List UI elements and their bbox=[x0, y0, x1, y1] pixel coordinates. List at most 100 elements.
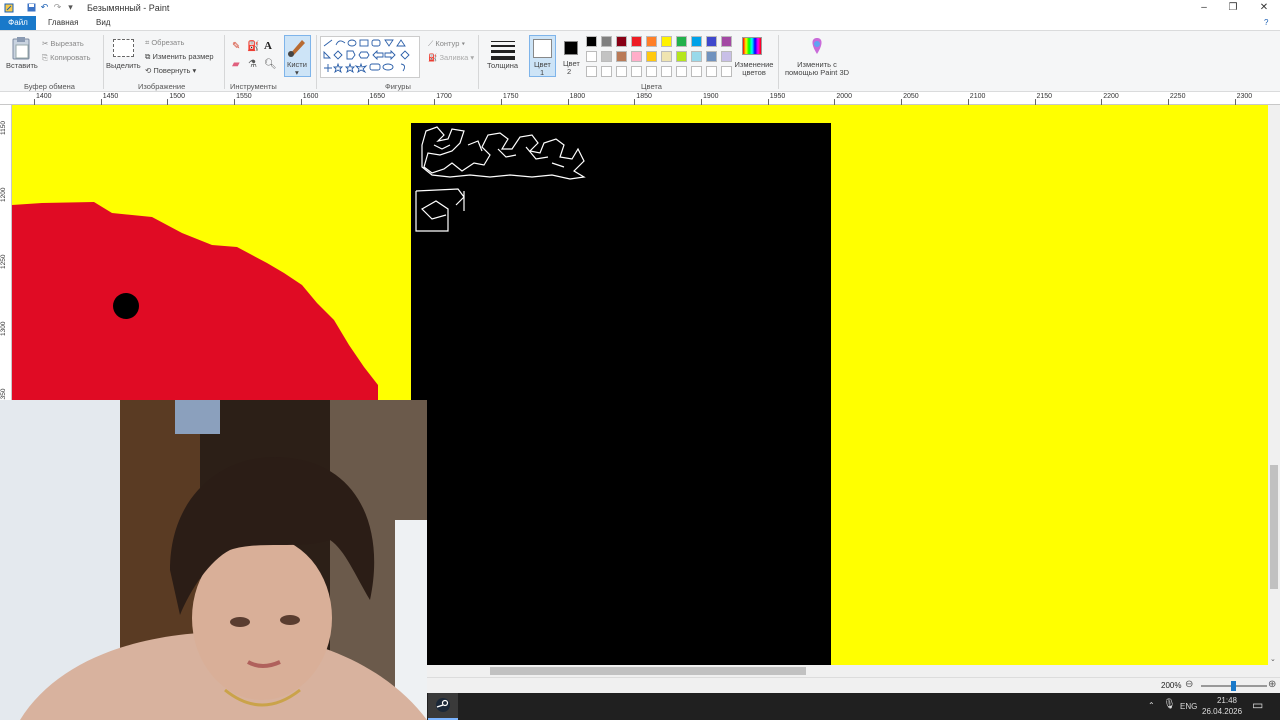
ruler-tick-label: 1750 bbox=[502, 93, 519, 100]
outline-button[interactable]: ⟋ Контур ▾ bbox=[428, 39, 465, 49]
customize-quick-access-icon[interactable]: ▾ bbox=[64, 1, 77, 14]
ruler-tick-label: 2300 bbox=[1236, 93, 1253, 100]
divider bbox=[316, 35, 317, 89]
color1-button[interactable]: Цвет 1 bbox=[529, 35, 556, 77]
ribbon-tabs: Файл Главная Вид ? bbox=[0, 15, 1280, 30]
tab-view[interactable]: Вид bbox=[88, 16, 118, 30]
palette-swatch[interactable] bbox=[691, 36, 702, 47]
size-button[interactable] bbox=[491, 39, 515, 63]
language-indicator[interactable]: ENG bbox=[1180, 702, 1197, 711]
palette-swatch[interactable] bbox=[631, 66, 642, 77]
tab-home[interactable]: Главная bbox=[40, 16, 86, 30]
palette-swatch[interactable] bbox=[691, 51, 702, 62]
close-button[interactable]: ✕ bbox=[1248, 0, 1280, 15]
palette-swatch[interactable] bbox=[676, 36, 687, 47]
palette-swatch[interactable] bbox=[646, 51, 657, 62]
image-group-label: Изображение bbox=[138, 82, 186, 91]
save-icon[interactable] bbox=[25, 1, 38, 14]
fill-button[interactable]: ⛽ Заливка ▾ bbox=[428, 53, 474, 62]
palette-swatch[interactable] bbox=[616, 66, 627, 77]
zoom-out-icon[interactable]: ⊖ bbox=[1185, 679, 1193, 690]
edit-colors-icon[interactable] bbox=[742, 37, 762, 55]
horizontal-scrollbar[interactable] bbox=[427, 665, 1280, 677]
clock-time[interactable]: 21:48 bbox=[1212, 696, 1242, 705]
palette-swatch[interactable] bbox=[616, 36, 627, 47]
redo-icon[interactable]: ↷ bbox=[51, 1, 64, 14]
palette-swatch[interactable] bbox=[661, 51, 672, 62]
palette-swatch[interactable] bbox=[631, 36, 642, 47]
divider bbox=[778, 35, 779, 89]
horizontal-scroll-thumb[interactable] bbox=[490, 667, 806, 675]
color-picker-icon[interactable]: ⚗ bbox=[248, 59, 257, 70]
paste-label[interactable]: Вставить bbox=[6, 61, 38, 70]
color2-button[interactable]: Цвет 2 bbox=[561, 35, 581, 77]
palette-swatch[interactable] bbox=[706, 36, 717, 47]
palette-swatch[interactable] bbox=[631, 51, 642, 62]
rotate-button[interactable]: ⟲ Повернуть ▾ bbox=[145, 66, 196, 75]
palette-swatch[interactable] bbox=[601, 66, 612, 77]
pencil-icon[interactable]: ✎ bbox=[232, 41, 240, 52]
palette-swatch[interactable] bbox=[646, 66, 657, 77]
palette-swatch[interactable] bbox=[661, 36, 672, 47]
clock-date[interactable]: 26.04.2026 bbox=[1202, 707, 1242, 716]
palette-swatch[interactable] bbox=[706, 51, 717, 62]
zoom-slider-thumb[interactable] bbox=[1231, 681, 1236, 691]
microphone-icon[interactable]: 🎙︎ bbox=[1163, 699, 1176, 710]
title-bar: ↶ ↷ ▾ Безымянный - Paint – ❐ ✕ bbox=[0, 0, 1280, 15]
webcam-image bbox=[0, 400, 427, 720]
palette-swatch[interactable] bbox=[661, 66, 672, 77]
palette-swatch[interactable] bbox=[676, 66, 687, 77]
palette-swatch[interactable] bbox=[721, 36, 732, 47]
scroll-down-icon[interactable]: ⌄ bbox=[1270, 655, 1276, 663]
palette-swatch[interactable] bbox=[601, 36, 612, 47]
palette-swatch[interactable] bbox=[586, 51, 597, 62]
vertical-scrollbar[interactable]: ⌄ bbox=[1268, 105, 1280, 665]
palette-swatch[interactable] bbox=[691, 66, 702, 77]
paste-button[interactable] bbox=[10, 36, 32, 60]
palette-swatch[interactable] bbox=[586, 36, 597, 47]
ruler-tick-label: 1800 bbox=[569, 93, 586, 100]
shapes-gallery[interactable] bbox=[320, 36, 420, 78]
crop-button[interactable]: ⌗ Обрезать bbox=[145, 38, 184, 48]
vertical-scroll-thumb[interactable] bbox=[1270, 465, 1278, 589]
select-button[interactable] bbox=[113, 39, 134, 57]
ruler-tick-label: 1550 bbox=[236, 93, 252, 100]
fill-icon[interactable]: ⛽ bbox=[247, 41, 259, 52]
paint3d-label[interactable]: Изменить с помощью Paint 3D bbox=[782, 61, 852, 77]
palette-swatch[interactable] bbox=[586, 66, 597, 77]
black-dot bbox=[113, 293, 139, 319]
palette-swatch[interactable] bbox=[676, 51, 687, 62]
copy-button[interactable]: ⎘ Копировать bbox=[42, 53, 90, 63]
palette-swatch[interactable] bbox=[721, 66, 732, 77]
resize-button[interactable]: ⧉ Изменить размер bbox=[145, 52, 214, 62]
select-label[interactable]: Выделить bbox=[106, 61, 141, 70]
zoom-slider[interactable] bbox=[1201, 681, 1267, 691]
color2-label: Цвет bbox=[563, 59, 580, 68]
magnifier-icon[interactable]: 🔍︎ bbox=[264, 59, 277, 70]
edit-colors-label[interactable]: Изменение цветов bbox=[732, 61, 776, 77]
undo-icon[interactable]: ↶ bbox=[38, 1, 51, 14]
tab-file[interactable]: Файл bbox=[0, 16, 36, 30]
ruler-tick-label: 2250 bbox=[1169, 93, 1186, 100]
cut-button[interactable]: ✂ Вырезать bbox=[42, 39, 84, 48]
brushes-button[interactable]: Кисти ▾ bbox=[284, 35, 311, 77]
copy-label: Копировать bbox=[50, 53, 91, 62]
ruler-tick-label: 2200 bbox=[1103, 93, 1119, 100]
zoom-in-icon[interactable]: ⊕ bbox=[1268, 679, 1276, 690]
paint3d-icon[interactable] bbox=[808, 37, 826, 55]
notifications-icon[interactable]: ▭ bbox=[1252, 698, 1263, 712]
text-icon[interactable]: A bbox=[264, 40, 272, 52]
minimize-button[interactable]: – bbox=[1188, 0, 1220, 15]
color2-swatch bbox=[564, 41, 578, 55]
palette-swatch[interactable] bbox=[646, 36, 657, 47]
palette-swatch[interactable] bbox=[616, 51, 627, 62]
maximize-button[interactable]: ❐ bbox=[1217, 0, 1249, 15]
palette-swatch[interactable] bbox=[706, 66, 717, 77]
help-icon[interactable]: ? bbox=[1264, 18, 1268, 27]
tray-chevron-icon[interactable]: ⌃ bbox=[1148, 701, 1155, 710]
rotate-label: Повернуть bbox=[153, 66, 191, 75]
eraser-icon[interactable]: ▰ bbox=[232, 59, 240, 70]
palette-swatch[interactable] bbox=[721, 51, 732, 62]
taskbar-steam-button[interactable] bbox=[428, 693, 458, 720]
palette-swatch[interactable] bbox=[601, 51, 612, 62]
